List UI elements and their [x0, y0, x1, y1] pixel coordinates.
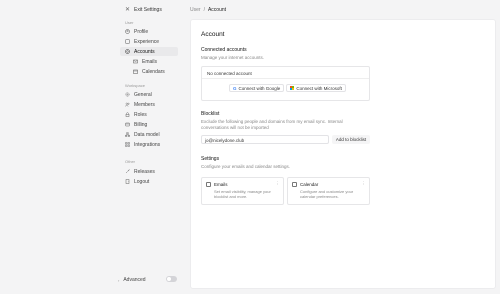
section-label-workspace: Workspace — [125, 83, 145, 88]
sidebar-item-label: Integrations — [134, 141, 161, 148]
sidebar-item-experience[interactable]: Experience — [120, 37, 178, 46]
breadcrumb-separator: / — [203, 7, 205, 13]
exit-settings-label: Exit Settings — [134, 6, 162, 13]
hierarchy-icon — [125, 132, 130, 137]
gear-icon — [125, 92, 130, 97]
rocket-icon — [125, 169, 130, 174]
blocklist-description-line: conversations will not be imported — [201, 124, 269, 130]
sidebar-item-label: Emails — [142, 58, 158, 65]
emails-card-title: Emails — [206, 182, 228, 187]
sidebar-item-general[interactable]: General — [120, 90, 178, 99]
sidebar-item-label: Members — [134, 101, 155, 108]
apps-icon — [125, 142, 130, 147]
no-connected-account-text: No connected account — [202, 67, 369, 79]
card-description-line: blocklist and more. — [214, 193, 248, 199]
connect-google-button[interactable]: G Connect with Google — [229, 84, 285, 92]
chevron-right-icon: › — [118, 277, 120, 283]
users-icon — [125, 102, 130, 107]
blocklist-description: Exclude the following people and domains… — [201, 119, 343, 130]
settings-panel: Account Connected accounts Manage your i… — [190, 19, 496, 289]
sidebar-item-label: Data model — [134, 131, 160, 138]
sidebar-item-label: Calendars — [142, 68, 165, 75]
microsoft-icon — [290, 85, 295, 91]
credit-card-icon — [125, 122, 130, 127]
more-options-icon[interactable]: ⋮ — [276, 181, 281, 187]
connected-accounts-heading: Connected accounts — [201, 47, 247, 53]
calendar-icon — [292, 182, 297, 187]
advanced-toggle[interactable] — [166, 276, 177, 282]
sidebar-item-label: Logout — [134, 178, 150, 185]
sidebar: ✕ Exit Settings User Profile Experience … — [0, 0, 190, 294]
calendar-settings-card[interactable]: Calendar ⋮ Configure and customize your … — [287, 177, 370, 205]
sidebar-item-emails[interactable]: Emails — [128, 57, 178, 66]
mail-icon — [133, 59, 138, 64]
emails-card-description: Set email visibility, manage your blockl… — [214, 189, 282, 200]
connect-microsoft-label: Connect with Microsoft — [296, 85, 342, 91]
blocklist-description-line: Exclude the following people and domains… — [201, 119, 343, 124]
sidebar-item-releases[interactable]: Releases — [120, 167, 178, 176]
calendar-card-title: Calendar — [292, 182, 318, 187]
sidebar-item-profile[interactable]: Profile — [120, 27, 178, 36]
blocklist-input[interactable]: jo@nicelydone.club — [201, 135, 329, 144]
page-title: Account — [201, 31, 225, 38]
sidebar-item-label: Roles — [134, 111, 147, 118]
breadcrumb: User / Account — [190, 7, 226, 13]
sidebar-item-members[interactable]: Members — [120, 100, 178, 109]
add-to-blocklist-button[interactable]: Add to blocklist — [332, 135, 370, 144]
palette-icon — [125, 39, 130, 44]
sidebar-item-label: Releases — [134, 168, 155, 175]
connect-microsoft-button[interactable]: Connect with Microsoft — [286, 84, 346, 92]
at-sign-icon — [125, 49, 130, 54]
exit-settings-button[interactable]: ✕ Exit Settings — [125, 6, 162, 14]
mail-icon — [206, 182, 211, 187]
lock-icon — [125, 112, 130, 117]
breadcrumb-parent[interactable]: User — [190, 7, 201, 13]
advanced-mode-row: › Advanced — [118, 277, 146, 283]
section-label-user: User — [125, 20, 134, 25]
sidebar-item-label: Accounts — [134, 48, 155, 55]
connected-accounts-box: No connected account G Connect with Goog… — [201, 66, 370, 101]
calendar-card-description: Configure and customize your calendar pr… — [300, 189, 368, 200]
emails-settings-card[interactable]: Emails ⋮ Set email visibility, manage yo… — [201, 177, 284, 205]
connect-google-label: Connect with Google — [238, 85, 281, 91]
emails-card-title-text: Emails — [214, 182, 228, 187]
settings-description: Configure your emails and calendar setti… — [201, 164, 291, 169]
sidebar-item-calendars[interactable]: Calendars — [128, 67, 178, 76]
advanced-label: Advanced — [123, 277, 146, 283]
card-description-line: calendar preferences. — [300, 193, 339, 199]
sidebar-item-logout[interactable]: Logout — [120, 177, 178, 186]
sidebar-item-label: Profile — [134, 28, 149, 35]
blocklist-heading: Blocklist — [201, 111, 220, 117]
breadcrumb-current: Account — [207, 7, 227, 13]
google-icon: G — [233, 85, 237, 91]
connected-accounts-description: Manage your internet accounts. — [201, 55, 265, 60]
section-label-other: Other — [125, 159, 136, 164]
sidebar-item-roles[interactable]: Roles — [120, 110, 178, 119]
sidebar-item-accounts[interactable]: Accounts — [120, 47, 178, 56]
sidebar-item-label: Experience — [134, 38, 160, 45]
close-icon: ✕ — [125, 7, 131, 13]
sidebar-item-billing[interactable]: Billing — [120, 120, 178, 129]
calendar-card-title-text: Calendar — [300, 182, 319, 187]
sidebar-item-data-model[interactable]: Data model — [120, 130, 178, 139]
settings-heading: Settings — [201, 156, 220, 162]
sidebar-item-integrations[interactable]: Integrations — [120, 140, 178, 149]
sidebar-item-label: Billing — [134, 121, 148, 128]
sidebar-item-label: General — [134, 91, 152, 98]
more-options-icon[interactable]: ⋮ — [362, 181, 367, 187]
calendar-icon — [133, 69, 138, 74]
user-circle-icon — [125, 29, 130, 34]
door-icon — [125, 179, 130, 184]
